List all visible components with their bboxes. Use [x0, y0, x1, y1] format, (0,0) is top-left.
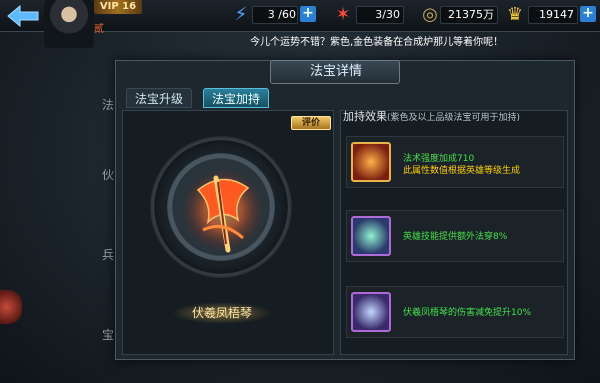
vip-badge: VIP 16 — [94, 0, 142, 14]
side-fragment-2: 伙 — [102, 168, 115, 182]
lightning-icon: ⚡ — [234, 4, 248, 25]
avatar-rank-badge: 贰 — [94, 24, 104, 35]
zither-icon[interactable] — [351, 292, 391, 332]
fire-icon: ✶ — [335, 4, 351, 25]
stamina-value: 3 /60 — [267, 8, 296, 21]
effects-title: 加持效果 — [343, 110, 387, 123]
item-name: 伏羲凤梧琴 — [191, 306, 252, 320]
stamina-plus-button[interactable]: + — [300, 6, 316, 22]
rate-button[interactable]: 评价 — [291, 116, 331, 130]
phoenix-bracelet-icon[interactable] — [351, 142, 391, 182]
notice-banner: 今儿个运势不错？紫色,金色装备在合成炉那儿等着你呢！ — [250, 37, 504, 48]
side-fragment-1: 法 — [102, 98, 115, 112]
effect-1-line2: 此属性数值根据英雄等级生成 — [403, 166, 521, 176]
effects-note: (紫色及以上品级法宝可用于加持) — [387, 113, 521, 123]
effect-text-2: 英雄技能提供额外法穿8% — [403, 231, 563, 243]
hero-avatar[interactable] — [44, 0, 94, 48]
effect-row-2: 英雄技能提供额外法穿8% — [346, 210, 564, 262]
coins-value: 21375万 — [448, 8, 494, 21]
side-fragment-3: 兵 — [102, 248, 115, 262]
gold-ingot-icon: ♛ — [506, 4, 524, 25]
side-orb-button[interactable] — [0, 290, 22, 324]
side-fragment-4: 宝 — [102, 328, 115, 342]
ingots-plus-button[interactable]: + — [580, 6, 596, 22]
effect-text-3: 伏羲凤梧琴的伤害减免提升10% — [403, 307, 563, 319]
back-arrow-icon[interactable] — [4, 2, 42, 30]
effect-2-line1: 英雄技能提供额外法穿8% — [403, 232, 508, 242]
phoenix-zither-icon[interactable] — [178, 160, 268, 260]
panel-title: 法宝详情 — [309, 64, 362, 79]
effect-1-line1: 法术强度加成710 — [403, 154, 475, 164]
tab-treasure-upgrade[interactable]: 法宝升级 — [126, 88, 192, 108]
effect-text-1: 法术强度加成710 此属性数值根据英雄等级生成 — [403, 153, 563, 177]
effect-row-3: 伏羲凤梧琴的伤害减免提升10% — [346, 286, 564, 338]
tab-treasure-bless[interactable]: 法宝加持 — [203, 88, 269, 108]
effect-row-1: 法术强度加成710 此属性数值根据英雄等级生成 — [346, 136, 564, 188]
effects-heading: 加持效果(紫色及以上品级法宝可用于加持) — [343, 110, 568, 124]
energy-value: 3/30 — [375, 8, 400, 21]
effect-3-line1: 伏羲凤梧琴的伤害减免提升10% — [403, 308, 532, 318]
crystal-orb-icon[interactable] — [351, 216, 391, 256]
ingots-value: 19147 — [539, 8, 574, 21]
panel-title-plate: 法宝详情 — [270, 60, 400, 84]
